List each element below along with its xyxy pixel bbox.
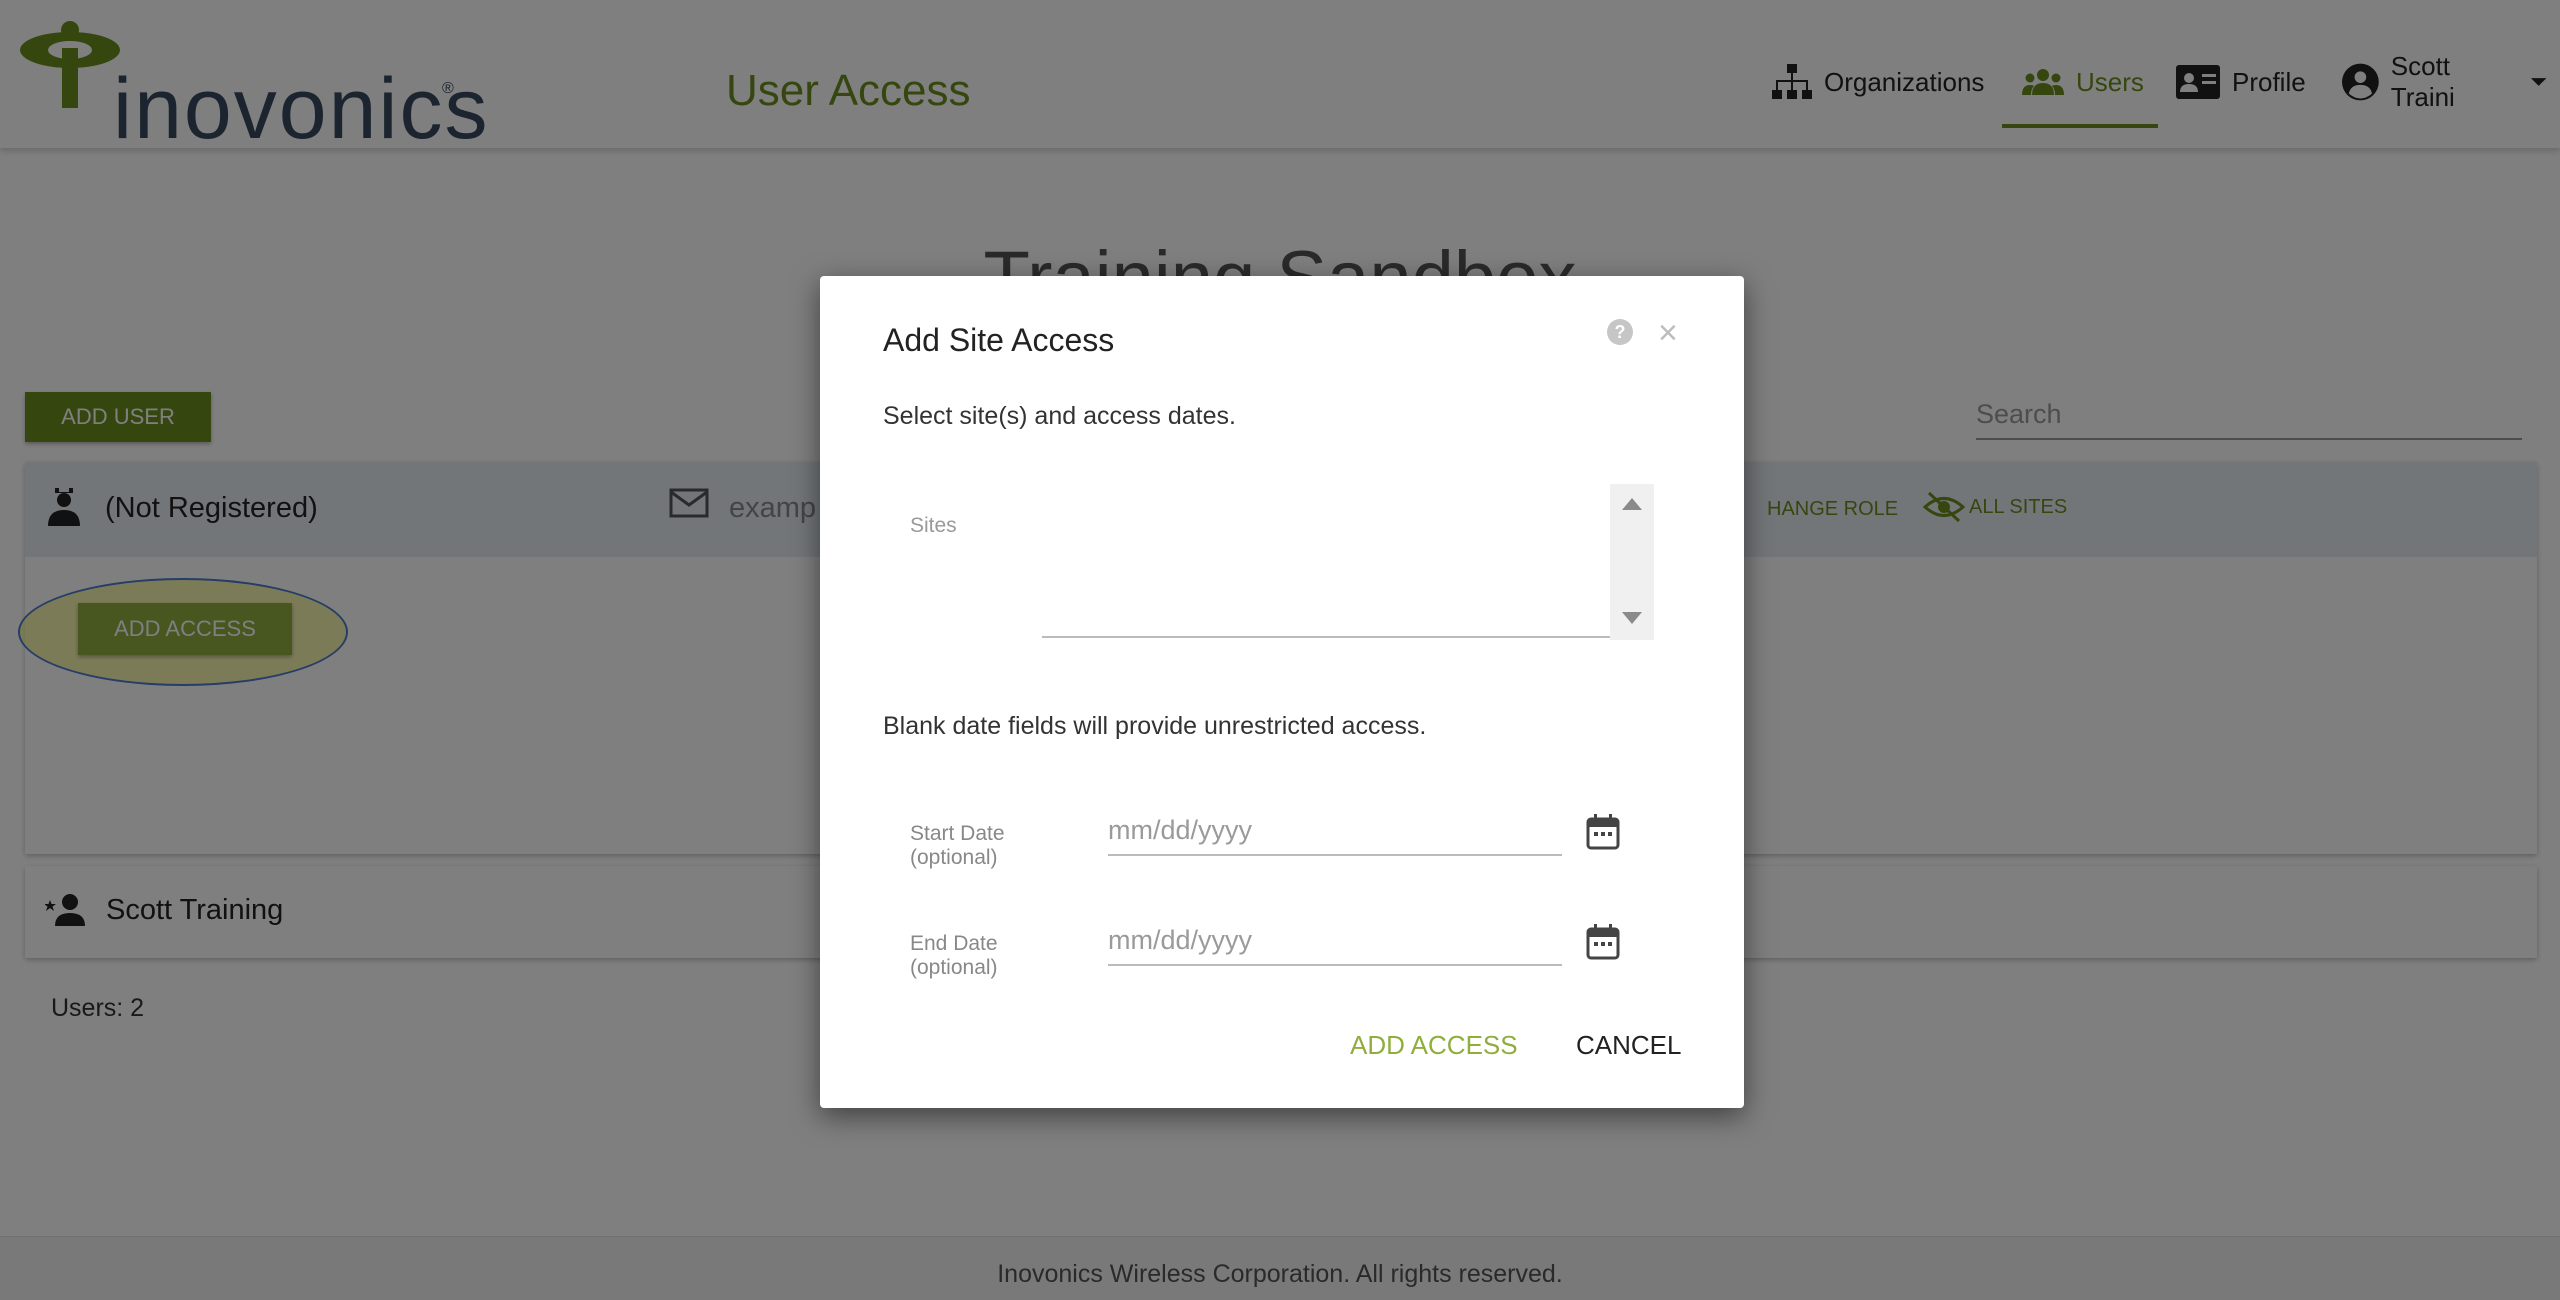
help-icon[interactable]: ?: [1606, 318, 1634, 346]
close-icon[interactable]: ×: [1658, 316, 1678, 350]
sites-scrollbar[interactable]: [1610, 484, 1654, 640]
dialog-instructions: Select site(s) and access dates.: [883, 402, 1236, 430]
start-date-label-text: Start Date: [910, 822, 1005, 845]
sites-select[interactable]: [1042, 484, 1622, 638]
dialog-title: Add Site Access: [883, 322, 1115, 358]
end-date-optional-text: (optional): [910, 956, 998, 979]
calendar-icon[interactable]: [1586, 814, 1620, 850]
dialog-add-access-button[interactable]: ADD ACCESS: [1350, 1030, 1518, 1061]
end-date-label: End Date (optional): [910, 932, 998, 980]
end-date-input[interactable]: [1108, 916, 1562, 966]
start-date-label: Start Date (optional): [910, 822, 1005, 870]
scroll-up-arrow-icon[interactable]: [1622, 498, 1642, 510]
blank-date-note: Blank date fields will provide unrestric…: [883, 712, 1427, 740]
scroll-down-arrow-icon[interactable]: [1622, 612, 1642, 624]
start-date-optional-text: (optional): [910, 846, 998, 869]
sites-label: Sites: [910, 514, 957, 537]
svg-text:?: ?: [1615, 322, 1626, 342]
dialog-cancel-button[interactable]: CANCEL: [1576, 1030, 1681, 1061]
end-date-label-text: End Date: [910, 932, 998, 955]
start-date-input[interactable]: [1108, 806, 1562, 856]
calendar-icon[interactable]: [1586, 924, 1620, 960]
add-site-access-dialog: Add Site Access ? × Select site(s) and a…: [820, 276, 1744, 1108]
